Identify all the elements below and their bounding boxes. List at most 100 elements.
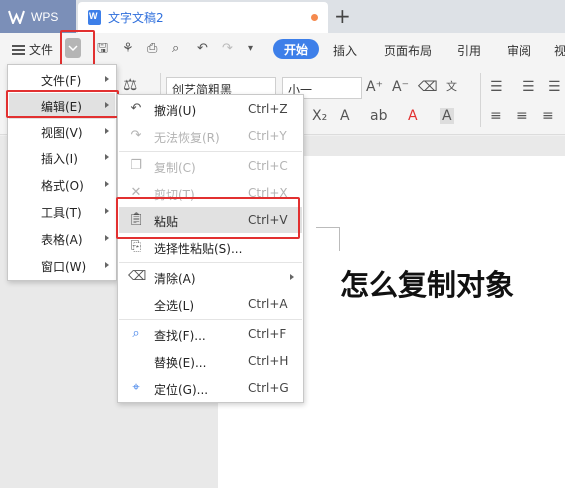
menu-item-table[interactable]: 表格(A) — [9, 226, 115, 252]
chevron-right-icon — [105, 208, 109, 214]
menu-item-insert[interactable]: 插入(I) — [9, 145, 115, 171]
numbered-list-icon[interactable]: ☰ — [522, 79, 535, 95]
menu-item-tools[interactable]: 工具(T) — [9, 199, 115, 225]
menu-item-label: 工具(T) — [41, 205, 82, 220]
align-center-icon[interactable]: ≡ — [516, 108, 528, 124]
subscript-icon[interactable]: X₂ — [312, 108, 327, 124]
copy-icon: ❐ — [130, 158, 142, 173]
menu-item-view[interactable]: 视图(V) — [9, 119, 115, 145]
edit-submenu: ↶ 撤消(U) Ctrl+Z ↷ 无法恢复(R) Ctrl+Y ❐ 复制(C) … — [117, 94, 304, 403]
edit-menu-label: 全选(L) — [154, 299, 195, 313]
clear-format-icon[interactable]: ⌫ — [418, 79, 438, 95]
edit-menu-label: 复制(C) — [154, 161, 196, 175]
edit-menu-select-all[interactable]: 全选(L) Ctrl+A — [119, 291, 302, 317]
char-shading-icon[interactable]: A — [440, 108, 454, 124]
locate-icon: ⌖ — [132, 380, 140, 395]
edit-menu-redo[interactable]: ↷ 无法恢复(R) Ctrl+Y — [119, 123, 302, 149]
word-doc-icon — [88, 10, 101, 25]
edit-menu-label: 替换(E)... — [154, 356, 207, 370]
edit-menu-shortcut: Ctrl+A — [248, 297, 288, 311]
edit-menu-shortcut: Ctrl+Z — [248, 102, 288, 116]
highlight-color-icon[interactable]: ab — [370, 108, 387, 124]
chevron-right-icon — [105, 181, 109, 187]
font-color-icon[interactable]: A — [408, 108, 418, 124]
edit-menu-undo[interactable]: ↶ 撤消(U) Ctrl+Z — [119, 96, 302, 122]
outdent-icon[interactable]: ☰ — [548, 79, 561, 95]
tab-review[interactable]: 审阅 — [507, 42, 531, 59]
edit-menu-label: 选择性粘贴(S)... — [154, 242, 243, 256]
edit-menu-find[interactable]: ⌕ 查找(F)... Ctrl+F — [119, 321, 302, 347]
brush-icon[interactable]: ⚖ — [123, 77, 137, 93]
chevron-right-icon — [290, 274, 294, 280]
wps-logo-icon — [8, 10, 25, 24]
edit-menu-copy[interactable]: ❐ 复制(C) Ctrl+C — [119, 153, 302, 179]
page-margin-marker — [316, 227, 340, 251]
edit-menu-label: 查找(F)... — [154, 329, 206, 343]
menu-item-label: 视图(V) — [41, 125, 83, 140]
edit-menu-shortcut: Ctrl+G — [248, 381, 289, 395]
chevron-right-icon — [105, 154, 109, 160]
app-name: WPS — [31, 9, 59, 24]
toolbar-separator — [480, 73, 481, 127]
paste-highlight-box — [116, 197, 300, 239]
edit-menu-label: 撤消(U) — [154, 104, 197, 118]
edit-highlight-box — [6, 90, 119, 118]
file-menu-label: 文件 — [29, 43, 54, 57]
document-heading[interactable]: 怎么复制对象 — [340, 262, 514, 304]
document-tab[interactable]: 文字文稿2 — [78, 2, 328, 33]
hamburger-icon — [12, 44, 25, 55]
text-effect-icon[interactable]: A — [340, 108, 350, 124]
menu-item-label: 插入(I) — [41, 151, 78, 166]
customize-toolbar-icon[interactable]: ▾ — [248, 42, 253, 56]
search-icon: ⌕ — [132, 326, 140, 341]
dropdown-highlight-box — [60, 30, 95, 67]
new-tab-button[interactable]: + — [334, 4, 351, 28]
edit-menu-replace[interactable]: 替换(E)... Ctrl+H — [119, 348, 302, 374]
chevron-right-icon — [105, 128, 109, 134]
save-icon[interactable]: 🖫 — [97, 42, 108, 56]
undo-icon[interactable]: ↶ — [197, 42, 208, 56]
edit-menu-shortcut: Ctrl+H — [248, 354, 289, 368]
document-tab-title: 文字文稿2 — [108, 11, 164, 25]
edit-menu-goto[interactable]: ⌖ 定位(G)... Ctrl+G — [119, 375, 302, 401]
tab-insert[interactable]: 插入 — [333, 42, 357, 59]
ribbon-tabs-row: 文件 🖫 ⚘ ⎙ ⌕ ↶ ↷ ▾ 开始 插入 页面布局 引用 审阅 视 — [0, 30, 565, 67]
tab-view[interactable]: 视 — [554, 42, 565, 59]
menu-separator — [119, 319, 302, 320]
menu-separator — [119, 262, 302, 263]
undo-icon: ↶ — [130, 101, 142, 116]
menu-item-label: 格式(O) — [41, 178, 84, 193]
pinyin-icon[interactable]: 文 — [446, 79, 457, 95]
chevron-right-icon — [105, 76, 109, 82]
edit-menu-label: 定位(G)... — [154, 383, 209, 397]
menu-item-format[interactable]: 格式(O) — [9, 172, 115, 198]
eraser-icon: ⌫ — [128, 269, 147, 284]
align-right-icon[interactable]: ≡ — [542, 108, 554, 124]
paste-special-icon: ⎘ — [130, 239, 142, 254]
edit-menu-shortcut: Ctrl+Y — [248, 129, 287, 143]
menu-item-label: 窗口(W) — [41, 259, 87, 274]
file-menu-button[interactable]: 文件 — [12, 41, 53, 58]
menu-separator — [119, 151, 302, 152]
tab-start[interactable]: 开始 — [273, 39, 319, 59]
redo-icon: ↷ — [130, 128, 142, 143]
grow-font-icon[interactable]: A⁺ — [366, 79, 383, 95]
tab-page-layout[interactable]: 页面布局 — [384, 42, 432, 59]
print-preview-icon[interactable]: ⌕ — [172, 42, 179, 56]
format-painter-icon[interactable]: ⚘ — [122, 42, 134, 56]
chevron-right-icon — [105, 262, 109, 268]
menu-item-window[interactable]: 窗口(W) — [9, 253, 115, 279]
print-icon[interactable]: ⎙ — [147, 42, 157, 56]
menu-item-label: 文件(F) — [41, 73, 82, 88]
edit-menu-label: 无法恢复(R) — [154, 131, 220, 145]
edit-menu-clear[interactable]: ⌫ 清除(A) — [119, 264, 302, 290]
redo-icon[interactable]: ↷ — [222, 42, 233, 56]
menu-item-label: 表格(A) — [41, 232, 83, 247]
unsaved-indicator-icon — [311, 14, 318, 21]
align-left-icon[interactable]: ≡ — [490, 108, 502, 124]
shrink-font-icon[interactable]: A⁻ — [392, 79, 409, 95]
bullet-list-icon[interactable]: ☰ — [490, 79, 503, 95]
tab-references[interactable]: 引用 — [457, 42, 481, 59]
chevron-right-icon — [105, 235, 109, 241]
wps-home-tab[interactable]: WPS — [0, 0, 76, 33]
